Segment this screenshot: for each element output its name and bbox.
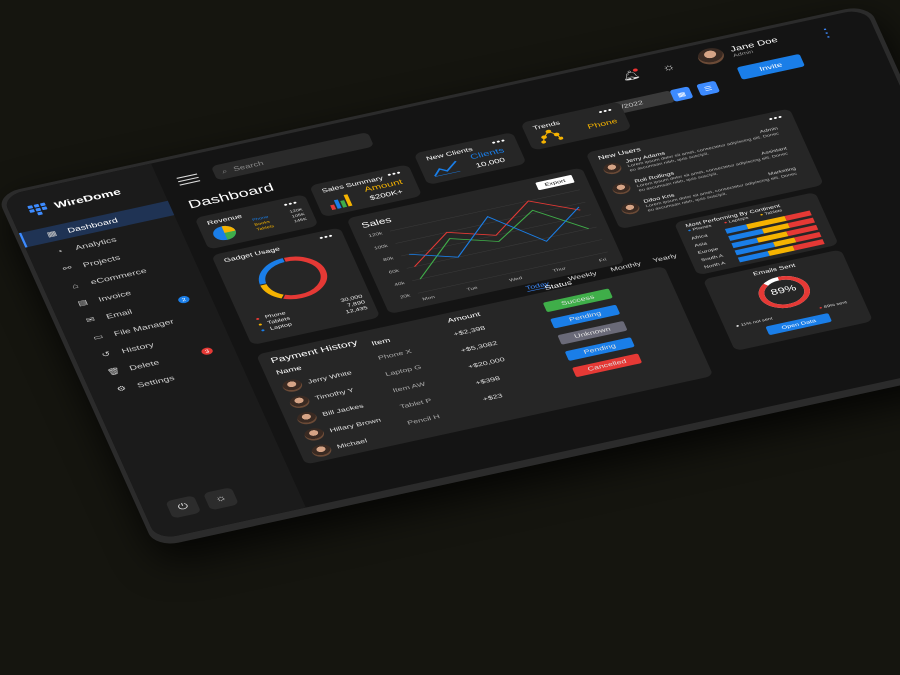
share-icon: ⚯ [61, 263, 74, 273]
col-name: Name [274, 364, 303, 377]
sidebar-item-label: Projects [81, 253, 122, 269]
tab-yearly[interactable]: Yearly [652, 253, 678, 264]
notification-bell-icon[interactable]: 🔔︎ [618, 67, 644, 84]
x-tick-label: Fri [598, 258, 607, 264]
y-tick-label: 100k [373, 244, 389, 251]
gridline [389, 189, 580, 232]
sidebar-badge: 3 [200, 346, 215, 356]
sidebar-item-label: Email [104, 307, 134, 321]
x-tick-label: Mon [422, 295, 436, 302]
search-input[interactable]: ⌕ Search [210, 132, 375, 181]
payer-name: Jerry White [306, 369, 353, 386]
invite-button[interactable]: Invite [736, 53, 805, 80]
sidebar-item-label: History [120, 340, 156, 355]
invoice-icon: ▤ [76, 297, 90, 308]
more-icon[interactable]: ••• [282, 198, 299, 209]
y-tick-label: 120k [368, 231, 384, 238]
avatar [280, 377, 305, 394]
payment-history-title: Payment History [269, 338, 360, 366]
gadget-usage-card: Gadget Usage ••• ● Phone 30,000 ● Tablets 7,8… [211, 227, 381, 346]
payer-name: Michael [335, 437, 369, 451]
power-icon[interactable]: ⏻ [165, 495, 202, 519]
payer-name: Timothy Y [314, 387, 355, 402]
avatar [294, 410, 319, 426]
sidebar-item-label: Settings [135, 373, 176, 389]
y-tick-label: 20k [399, 293, 411, 300]
y-tick-label: 80k [383, 256, 395, 263]
user-menu-icon[interactable]: · · · [821, 24, 833, 42]
more-icon[interactable]: ••• [767, 112, 784, 123]
sidebar-badge: 2 [176, 295, 191, 305]
brand-name: WireDome [52, 186, 123, 211]
payment-item: Phone X [377, 348, 413, 362]
trends-label: Phone [586, 116, 619, 131]
revenue-pie [213, 225, 236, 241]
x-tick-label: Wed [509, 276, 524, 283]
gridline [406, 226, 597, 269]
more-icon[interactable]: ••• [490, 136, 507, 147]
trend-line-icon [434, 160, 461, 177]
x-tick-label: Tue [466, 286, 478, 293]
brand-logo[interactable]: WireDome [27, 186, 123, 216]
trends-card: Trends ••• Phone [520, 101, 632, 151]
continent-label: Asia [693, 240, 708, 248]
col-item: Item [370, 336, 392, 348]
new-clients-card: New Clients ••• Clients 10,000 [413, 132, 527, 186]
mail-icon: ✉ [84, 315, 97, 325]
open-data-button[interactable]: Open Data [765, 312, 833, 336]
avatar [287, 394, 312, 410]
emails-sent-text: 89% sent [823, 300, 848, 309]
menu-toggle-icon[interactable] [176, 173, 201, 187]
search-icon: ⌕ [220, 166, 229, 175]
more-icon[interactable]: ••• [318, 231, 335, 242]
new-clients-title: New Clients [425, 146, 474, 163]
avatar [694, 45, 727, 67]
grid-icon: ▦ [45, 229, 59, 239]
col-amount: Amount [446, 310, 482, 325]
trash-icon: 🗑︎ [105, 366, 122, 377]
sidebar-item-label: Analytics [73, 235, 118, 252]
bag-icon: ⌂ [70, 281, 80, 290]
revenue-value: 145K [293, 217, 308, 224]
avatar [309, 442, 334, 459]
emails-sent-legend: ● 89% sent [818, 300, 848, 311]
folder-icon: ▭ [91, 332, 105, 342]
sidebar-item-label: Invoice [96, 288, 133, 303]
y-tick-label: 60k [388, 269, 400, 276]
stage: WireDome ▦ Dashboard ◔ Analytics ⚯ Projects ⌂ e… [0, 0, 900, 675]
revenue-list: Phone 120K Books 105K Tablets 145K [251, 207, 308, 232]
donut-segment [258, 256, 328, 300]
bar-chart-icon [330, 194, 353, 211]
x-tick-label: Thur [552, 266, 567, 273]
filter-icon[interactable]: ☰ [696, 80, 721, 97]
logo-icon [27, 202, 49, 216]
payer-name: Bill Jackes [321, 402, 365, 418]
avatar [610, 181, 633, 196]
sales-series-line [408, 206, 580, 258]
payment-amount: +$2,398 [452, 325, 487, 338]
avatar [619, 201, 642, 216]
sun-icon[interactable]: ☼ [202, 487, 239, 511]
sidebar-item-label: Delete [127, 358, 161, 372]
search-placeholder: Search [231, 159, 265, 173]
avatar [601, 161, 624, 176]
dashboard-screen: WireDome ▦ Dashboard ◔ Analytics ⚯ Projects ⌂ e… [2, 8, 900, 541]
more-icon[interactable]: ••• [597, 105, 614, 116]
gadget-donut [258, 256, 328, 300]
calendar-icon[interactable]: ▦ [669, 86, 694, 102]
gridline [395, 201, 586, 244]
y-tick-label: 40k [394, 281, 406, 288]
theme-sun-icon[interactable]: ☼ [655, 59, 681, 76]
tablet-device: WireDome ▦ Dashboard ◔ Analytics ⚯ Projects ⌂ e… [0, 4, 900, 548]
gear-icon: ⚙ [115, 383, 128, 394]
chart-icon: ◔ [54, 246, 65, 256]
avatar [302, 426, 327, 443]
history-icon: ↺ [99, 349, 112, 359]
